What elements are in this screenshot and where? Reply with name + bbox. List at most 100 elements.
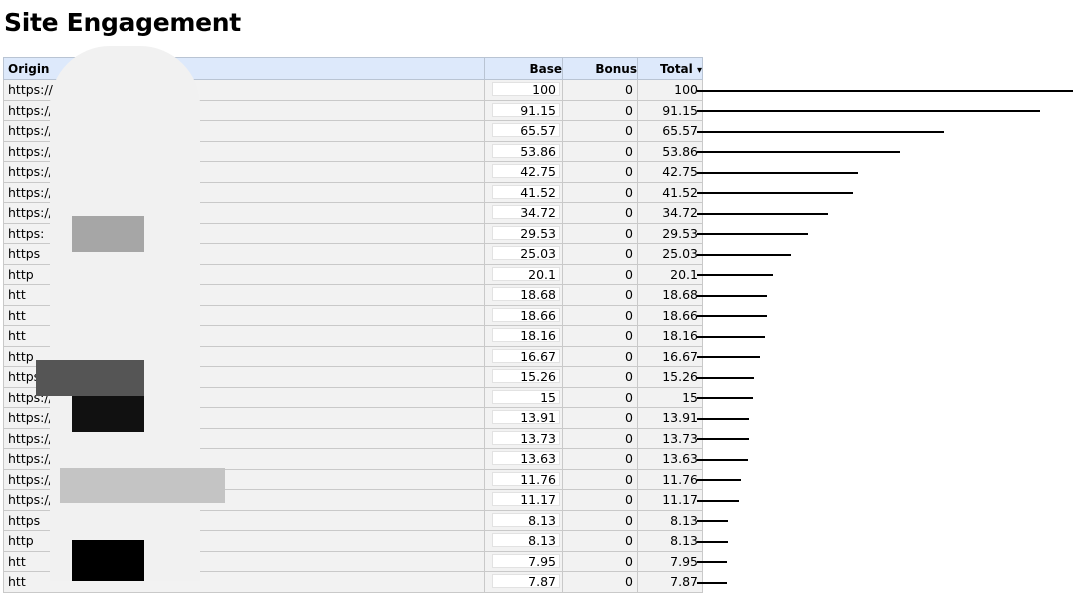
base-score-input[interactable]: 18.66 xyxy=(492,307,560,322)
total-cell: 18.68 xyxy=(637,284,703,306)
base-score-input[interactable]: 18.16 xyxy=(492,328,560,343)
bonus-cell: 0 xyxy=(562,161,638,183)
base-score-input[interactable]: 13.91 xyxy=(492,410,560,425)
engagement-bar xyxy=(697,397,754,399)
total-cell: 11.76 xyxy=(637,468,703,490)
base-cell: 13.91 xyxy=(484,407,563,429)
bonus-cell: 0 xyxy=(562,304,638,326)
base-score-input[interactable]: 18.68 xyxy=(492,287,560,302)
base-column-header[interactable]: Base xyxy=(484,57,563,80)
base-cell: 91.15 xyxy=(484,99,563,121)
engagement-bar xyxy=(697,540,728,543)
total-cell: 53.86 xyxy=(637,140,703,162)
base-cell: 13.63 xyxy=(484,448,563,470)
engagement-bar xyxy=(697,438,749,440)
base-score-input[interactable]: 7.87 xyxy=(492,574,560,589)
bonus-cell: 0 xyxy=(562,222,638,244)
base-score-input[interactable]: 65.57 xyxy=(492,123,560,138)
total-cell: 7.87 xyxy=(637,571,703,593)
engagement-bar xyxy=(697,520,728,522)
bonus-cell: 0 xyxy=(562,448,638,470)
base-cell: 41.52 xyxy=(484,181,563,203)
total-column-label: Total xyxy=(659,61,693,76)
total-cell: 25.03 xyxy=(637,243,703,265)
redaction-block xyxy=(72,540,144,581)
base-score-input[interactable]: 100 xyxy=(492,82,560,97)
base-score-input[interactable]: 25.03 xyxy=(492,246,560,261)
redaction-block xyxy=(60,468,225,503)
total-cell: 13.91 xyxy=(637,407,703,429)
base-cell: 20.1 xyxy=(484,263,563,285)
engagement-bar xyxy=(697,581,727,584)
base-score-input[interactable]: 13.63 xyxy=(492,451,560,466)
engagement-bar xyxy=(697,89,1073,92)
total-cell: 7.95 xyxy=(637,550,703,572)
engagement-bar xyxy=(697,479,742,481)
engagement-bar xyxy=(697,499,739,502)
engagement-bar xyxy=(697,171,858,174)
total-cell: 65.57 xyxy=(637,120,703,142)
engagement-bar xyxy=(697,561,727,563)
base-cell: 18.66 xyxy=(484,304,563,326)
bonus-cell: 0 xyxy=(562,530,638,552)
base-score-input[interactable]: 91.15 xyxy=(492,102,560,117)
base-cell: 29.53 xyxy=(484,222,563,244)
total-cell: 41.52 xyxy=(637,181,703,203)
base-cell: 11.76 xyxy=(484,468,563,490)
bonus-cell: 0 xyxy=(562,325,638,347)
engagement-bar xyxy=(697,253,792,256)
base-score-input[interactable]: 7.95 xyxy=(492,553,560,568)
total-cell: 8.13 xyxy=(637,530,703,552)
total-cell: 18.66 xyxy=(637,304,703,326)
sort-descending-icon: ▾ xyxy=(696,64,702,76)
engagement-bar xyxy=(697,274,773,276)
total-cell: 15 xyxy=(637,386,703,408)
base-cell: 34.72 xyxy=(484,202,563,224)
bonus-cell: 0 xyxy=(562,181,638,203)
bonus-cell: 0 xyxy=(562,345,638,367)
bonus-cell: 0 xyxy=(562,243,638,265)
bonus-column-header[interactable]: Bonus xyxy=(562,57,638,80)
total-column-header[interactable]: Total ▾ xyxy=(637,57,703,80)
total-cell: 29.53 xyxy=(637,222,703,244)
base-score-input[interactable]: 8.13 xyxy=(492,533,560,548)
base-score-input[interactable]: 53.86 xyxy=(492,143,560,158)
base-score-input[interactable]: 42.75 xyxy=(492,164,560,179)
engagement-bar xyxy=(697,458,749,461)
bonus-cell: 0 xyxy=(562,489,638,511)
bonus-cell: 0 xyxy=(562,202,638,224)
engagement-bar xyxy=(697,294,768,297)
total-cell: 16.67 xyxy=(637,345,703,367)
base-cell: 11.17 xyxy=(484,489,563,511)
base-score-input[interactable]: 41.52 xyxy=(492,184,560,199)
base-cell: 53.86 xyxy=(484,140,563,162)
total-cell: 8.13 xyxy=(637,509,703,531)
bonus-cell: 0 xyxy=(562,120,638,142)
base-score-input[interactable]: 16.67 xyxy=(492,348,560,363)
total-cell: 11.17 xyxy=(637,489,703,511)
total-cell: 100 xyxy=(637,79,703,101)
bonus-cell: 0 xyxy=(562,99,638,121)
base-cell: 18.16 xyxy=(484,325,563,347)
base-score-input[interactable]: 8.13 xyxy=(492,512,560,527)
base-score-input[interactable]: 13.73 xyxy=(492,430,560,445)
base-score-input[interactable]: 20.1 xyxy=(492,266,560,281)
base-score-input[interactable]: 15.26 xyxy=(492,369,560,384)
base-cell: 18.68 xyxy=(484,284,563,306)
base-score-input[interactable]: 15 xyxy=(492,389,560,404)
base-score-input[interactable]: 34.72 xyxy=(492,205,560,220)
engagement-bar xyxy=(697,212,828,215)
engagement-bar xyxy=(697,233,809,235)
total-cell: 42.75 xyxy=(637,161,703,183)
base-score-input[interactable]: 29.53 xyxy=(492,225,560,240)
base-score-input[interactable]: 11.76 xyxy=(492,471,560,486)
engagement-bar xyxy=(697,417,750,420)
bonus-cell: 0 xyxy=(562,140,638,162)
total-cell: 13.73 xyxy=(637,427,703,449)
base-cell: 65.57 xyxy=(484,120,563,142)
base-cell: 13.73 xyxy=(484,427,563,449)
bonus-cell: 0 xyxy=(562,386,638,408)
base-cell: 7.95 xyxy=(484,550,563,572)
base-score-input[interactable]: 11.17 xyxy=(492,492,560,507)
bonus-cell: 0 xyxy=(562,571,638,593)
